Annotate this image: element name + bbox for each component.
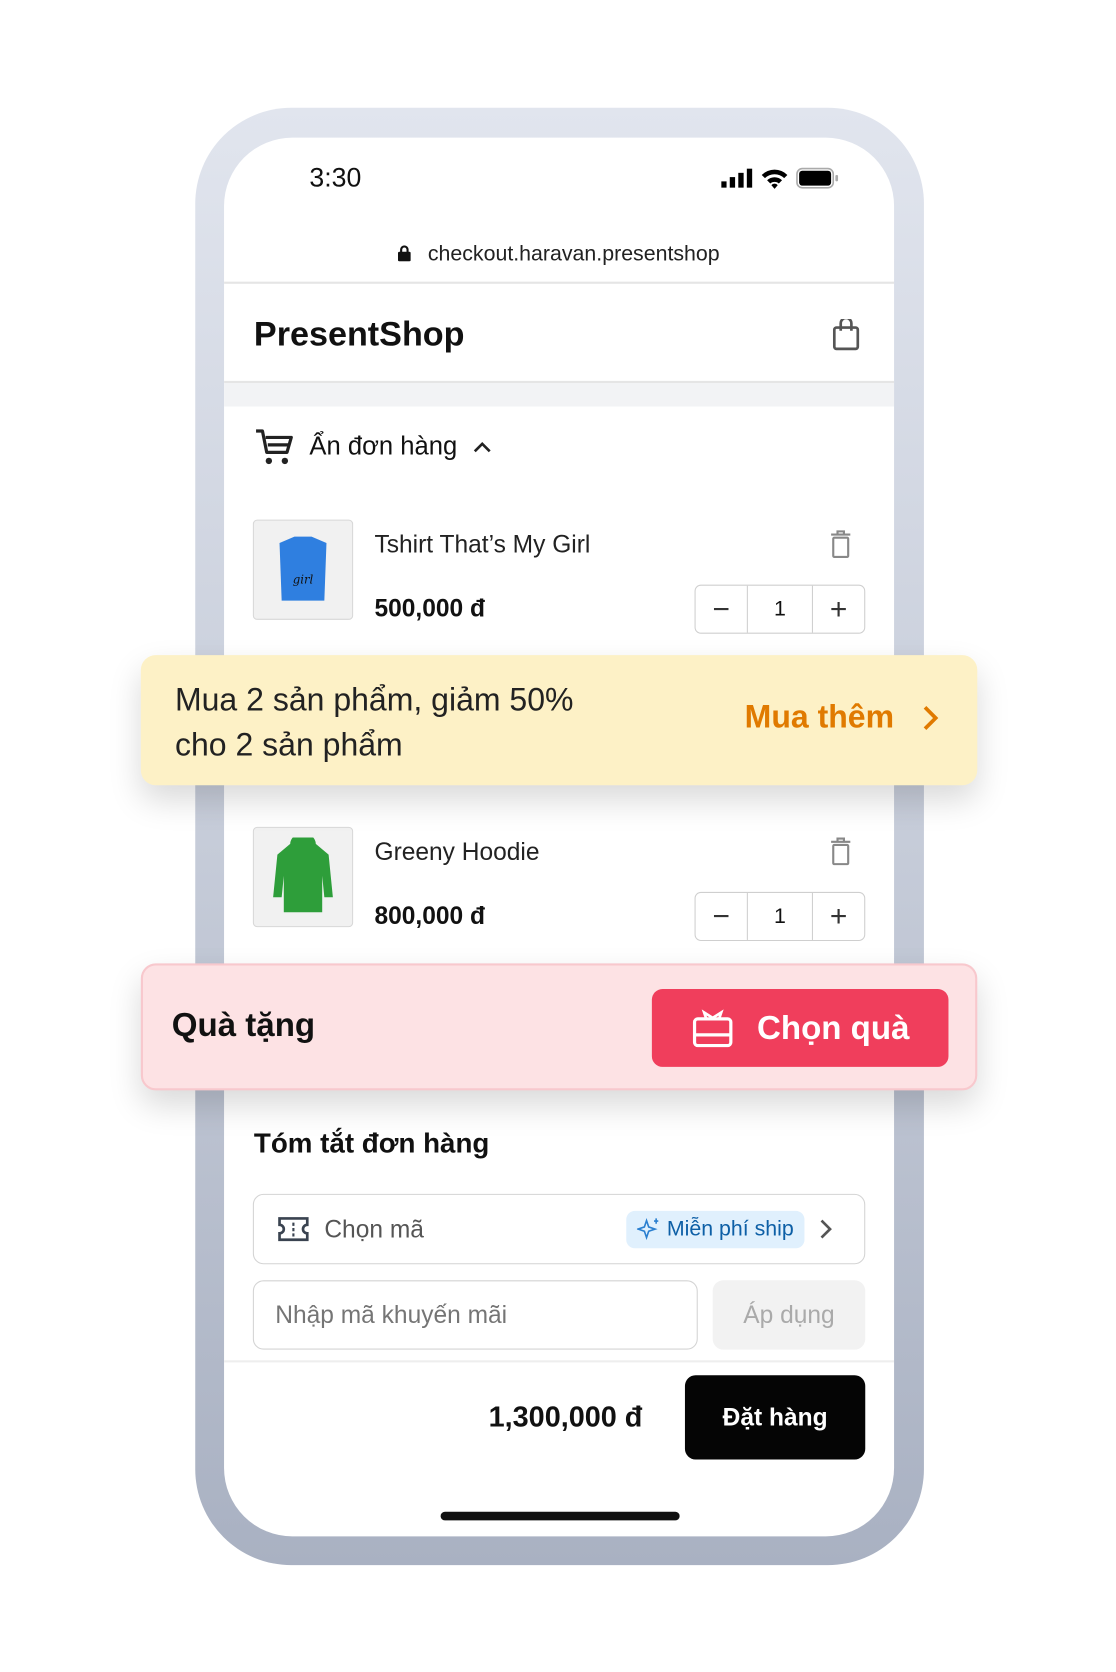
product-price: 800,000 đ <box>374 901 486 930</box>
chevron-right-icon <box>820 1219 832 1239</box>
lock-icon <box>398 242 427 265</box>
free-ship-badge: Miễn phí ship <box>626 1210 805 1248</box>
toggle-label: Ẩn đơn hàng <box>309 432 458 461</box>
promo-code-input[interactable] <box>252 1280 698 1350</box>
order-total: 1,300,000 đ <box>488 1400 643 1433</box>
sparkle-icon <box>636 1218 659 1241</box>
signal-icon <box>721 168 753 188</box>
promo-text: Mua 2 sản phẩm, giảm 50% cho 2 sản phẩm <box>175 679 574 769</box>
gift-label: Quà tặng <box>171 1006 316 1044</box>
status-icons <box>721 167 839 189</box>
place-order-button[interactable]: Đặt hàng <box>684 1375 866 1460</box>
order-toggle[interactable]: Ẩn đơn hàng <box>254 428 491 466</box>
promo-banner: Mua 2 sản phẩm, giảm 50% cho 2 sản phẩm … <box>140 655 978 786</box>
chevron-up-icon <box>473 441 491 453</box>
decrease-button[interactable]: − <box>696 893 747 940</box>
product-name: Tshirt That’s My Girl <box>374 530 591 558</box>
decrease-button[interactable]: − <box>696 586 747 633</box>
trash-icon[interactable] <box>830 530 851 558</box>
quantity-stepper[interactable]: − 1 + <box>694 891 866 942</box>
quantity-value[interactable]: 1 <box>746 585 813 633</box>
section-gap <box>224 383 895 407</box>
status-time: 3:30 <box>309 163 362 194</box>
shopping-bag-icon[interactable] <box>832 319 860 351</box>
buy-more-label: Mua thêm <box>744 699 895 736</box>
choose-gift-label: Chọn quà <box>756 1008 910 1047</box>
product-image-hoodie[interactable] <box>252 826 354 928</box>
divider <box>224 281 895 284</box>
product-name: Greeny Hoodie <box>374 837 540 866</box>
wifi-icon <box>761 169 788 189</box>
url-bar[interactable]: checkout.haravan.presentshop <box>224 242 894 267</box>
battery-icon <box>796 167 839 189</box>
divider <box>224 1360 895 1362</box>
phone-screen: 3:30 checkout.haravan.presentshop Presen… <box>224 137 895 1537</box>
buy-more-link[interactable]: Mua thêm <box>745 700 939 736</box>
quantity-stepper[interactable]: − 1 + <box>694 584 866 634</box>
summary-title: Tóm tắt đơn hàng <box>253 1126 490 1159</box>
url-text: checkout.haravan.presentshop <box>427 242 720 266</box>
voucher-selector[interactable]: Chọn mã Miễn phí ship <box>252 1193 866 1265</box>
shop-brand[interactable]: PresentShop <box>254 315 465 354</box>
apply-button[interactable]: Áp dụng <box>712 1280 866 1350</box>
gift-banner: Quà tặng Chọn quà <box>140 963 978 1091</box>
quantity-value[interactable]: 1 <box>746 892 813 940</box>
badge-text: Miễn phí ship <box>666 1216 794 1241</box>
product-image-tshirt[interactable]: girl <box>252 519 354 620</box>
chevron-right-icon <box>923 706 939 731</box>
increase-button[interactable]: + <box>813 586 864 633</box>
promo-line-2: cho 2 sản phẩm <box>174 727 403 763</box>
product-price: 500,000 đ <box>374 594 486 623</box>
gift-icon <box>692 1008 732 1047</box>
cart-icon <box>256 429 293 465</box>
trash-icon[interactable] <box>830 837 851 866</box>
increase-button[interactable]: + <box>813 893 864 940</box>
home-indicator <box>440 1511 680 1521</box>
svg-text:girl: girl <box>293 573 314 587</box>
choose-gift-button[interactable]: Chọn quà <box>651 989 949 1067</box>
ticket-icon <box>278 1217 309 1242</box>
promo-line-1: Mua 2 sản phẩm, giảm 50% <box>174 682 574 719</box>
voucher-label: Chọn mã <box>324 1214 424 1243</box>
